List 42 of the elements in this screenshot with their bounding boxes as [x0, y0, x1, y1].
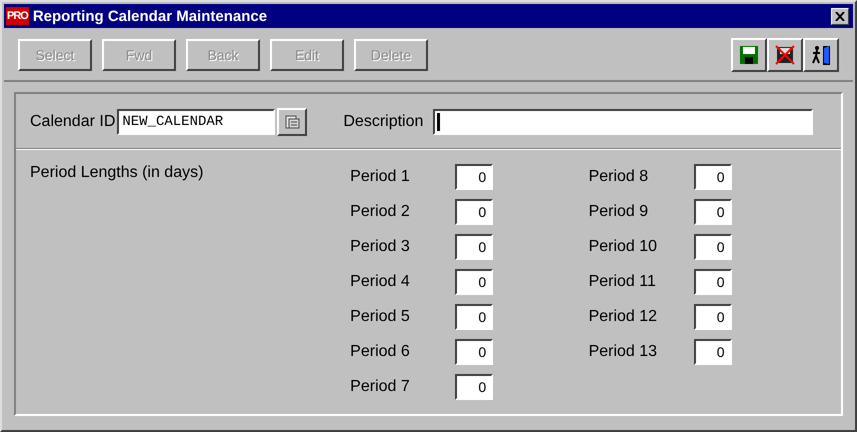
period-field[interactable]: 0: [455, 269, 494, 295]
period-label: Period 6: [350, 343, 411, 361]
period-label: Period 12: [588, 308, 658, 326]
period-field[interactable]: 0: [694, 269, 732, 295]
period-label: Period 7: [350, 378, 411, 396]
window-title: Reporting Calendar Maintenance: [32, 8, 268, 24]
period-label: Period 8: [588, 168, 650, 186]
exit-button[interactable]: [803, 38, 839, 72]
period-field[interactable]: 0: [694, 234, 732, 260]
period-label: Period 4: [350, 273, 411, 291]
description-field[interactable]: [433, 109, 813, 135]
close-icon: [835, 12, 845, 20]
period-label: Period 13: [588, 343, 658, 361]
period-label: Period 9: [588, 203, 650, 221]
calendar-id-field[interactable]: NEW_CALENDAR: [117, 109, 276, 135]
period-field[interactable]: 0: [455, 234, 494, 260]
crossed-out-disk-icon: [775, 45, 795, 65]
close-button[interactable]: [831, 8, 849, 24]
period-field[interactable]: 0: [455, 199, 494, 225]
period-label: Period 5: [350, 308, 411, 326]
exit-door-icon: [810, 44, 832, 66]
period-label: Period 3: [350, 238, 411, 256]
app-logo: PRO: [6, 7, 29, 25]
save-button[interactable]: [731, 38, 767, 72]
field-label: Description: [343, 113, 424, 131]
period-field[interactable]: 0: [455, 374, 494, 400]
period-label: Period 2: [350, 203, 411, 221]
period-field[interactable]: 0: [455, 304, 494, 330]
period-field[interactable]: 0: [694, 164, 732, 190]
period-field[interactable]: 0: [694, 304, 732, 330]
document-icon: [284, 114, 300, 130]
field-label: Calendar ID: [30, 113, 116, 131]
period-field[interactable]: 0: [694, 199, 732, 225]
period-field[interactable]: 0: [455, 164, 494, 190]
section-label: Period Lengths (in days): [30, 164, 204, 183]
cancel-button[interactable]: [767, 38, 803, 72]
period-field[interactable]: 0: [455, 339, 494, 365]
period-label: Period 10: [588, 238, 658, 256]
period-label: Period 11: [588, 273, 657, 291]
lookup-button[interactable]: [277, 108, 308, 136]
period-field[interactable]: 0: [694, 339, 732, 365]
period-label: Period 1: [350, 168, 411, 186]
